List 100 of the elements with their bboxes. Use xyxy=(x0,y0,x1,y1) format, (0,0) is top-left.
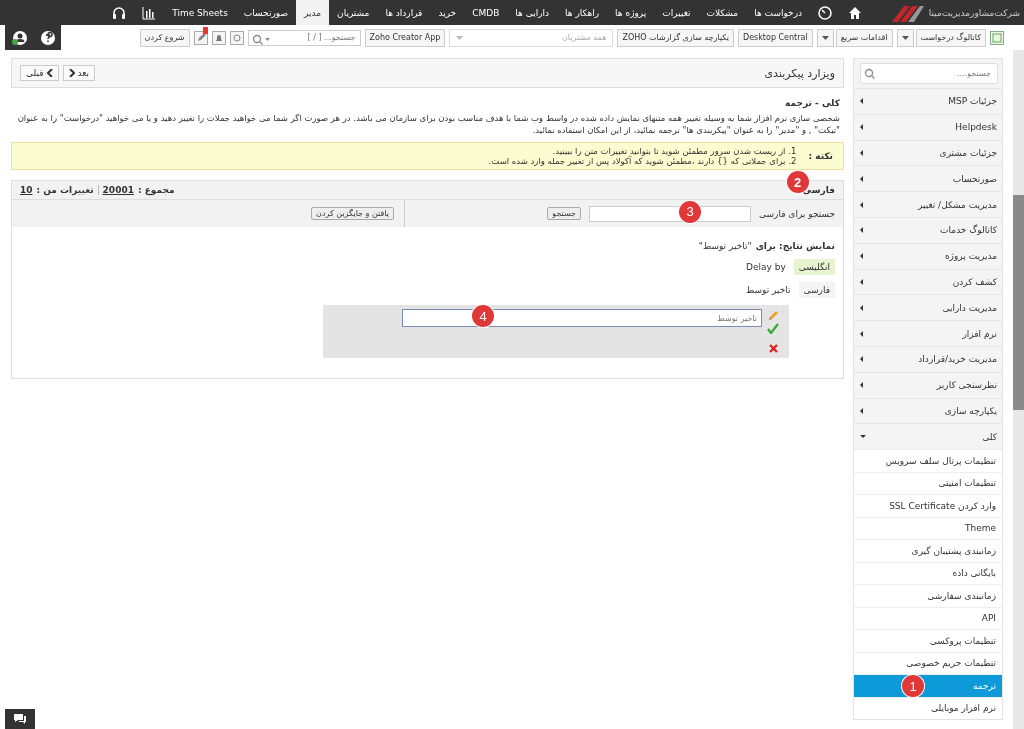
catalog-icon[interactable] xyxy=(990,30,1004,45)
nav-tab[interactable]: مدیر xyxy=(296,0,330,25)
sidebar-subitem[interactable]: Theme xyxy=(854,516,1002,540)
sidebar-item[interactable]: نظرسنجی کاربر xyxy=(854,371,1002,398)
toolbar-button[interactable]: کاتالوگ درخواست xyxy=(915,28,986,47)
sidebar-subitem[interactable]: زمانبندی سفارشی xyxy=(854,584,1002,607)
step-marker: 1 xyxy=(902,675,924,698)
caret-left-icon xyxy=(860,330,863,337)
previous-button[interactable]: قبلی xyxy=(20,65,59,81)
sidebar-item[interactable]: کشف کردن xyxy=(854,268,1002,295)
caret-left-icon xyxy=(860,175,863,182)
caret-icon xyxy=(901,35,909,40)
toolbar-button[interactable]: اقدامات سریع xyxy=(835,28,893,47)
sidebar-item[interactable]: Helpdesk xyxy=(854,113,1002,140)
language-tag: انگلیسی xyxy=(793,259,835,275)
dropdown-button[interactable] xyxy=(896,28,914,47)
caret-left-icon xyxy=(860,407,863,414)
sidebar-subitem[interactable]: وارد کردن SSL Certificate xyxy=(854,494,1002,517)
sidebar-item[interactable]: مدیریت دارایی xyxy=(854,294,1002,321)
stat-label: مجموع : xyxy=(137,185,175,195)
nav-tab[interactable]: قرارداد ها xyxy=(377,0,431,25)
help-icon[interactable] xyxy=(39,29,56,46)
pencil-icon[interactable] xyxy=(193,26,208,45)
nav-tab[interactable]: دارایی ها xyxy=(507,0,558,25)
nav-tab[interactable]: CMDB xyxy=(464,0,508,25)
caret-left-icon xyxy=(860,278,863,285)
search-field[interactable]: جستجو... [ / ] xyxy=(247,29,361,46)
note-label: نکته : xyxy=(808,151,833,161)
sidebar-subitem[interactable]: بایگانی داده xyxy=(854,561,1002,585)
toolbar-button[interactable]: Desktop Central xyxy=(738,28,813,47)
description-text: شخصی سازی نرم افزار شما به وسیله تغییر همه متنهای نمایش داده شده در واسط وب شما با هدف مناسب بودن برای سازمان می باشد. در هر صورت اگر شما می خواهید جملات را تغییر دهید و یا می خواهید "درخواست" را به عنوان "تیکت" , و "مدیر" را به عنوان "پیکربندی ها" ترجمه نمائید، از این امکان استفاده نمائید. xyxy=(16,112,841,136)
search-button[interactable]: جستجو xyxy=(547,207,582,220)
total-link[interactable]: 20001 xyxy=(102,185,134,195)
nav-tab[interactable]: مشکلات xyxy=(698,0,747,25)
caret-left-icon xyxy=(860,304,863,311)
language-tag: فارسی xyxy=(798,282,835,298)
search-icon xyxy=(251,33,270,45)
sidebar-item[interactable]: یکپارچه سازی xyxy=(854,397,1002,424)
changes-link[interactable]: 10 xyxy=(20,185,33,195)
nav-tab[interactable]: Time Sheets xyxy=(164,0,236,25)
sidebar-item[interactable]: مدیریت خرید/قرارداد xyxy=(854,345,1002,372)
stat-label: تغییرات من : xyxy=(36,185,94,195)
sidebar-item[interactable]: جزئیات MSP xyxy=(854,88,1002,114)
list-number: 2. xyxy=(788,156,797,166)
nav-tab[interactable]: درخواست ها xyxy=(746,0,810,25)
note-text: از ریست شدن سرور مطمئن شوید تا بتوانید تغییرات متن را ببینید. xyxy=(552,146,786,156)
sidebar-item[interactable]: کاتالوگ خدمات xyxy=(854,217,1002,243)
search-input[interactable] xyxy=(589,205,752,222)
chat-button[interactable] xyxy=(5,709,35,729)
nav-tab[interactable]: صورتحساب xyxy=(235,0,297,25)
start-button[interactable]: شروع کردن xyxy=(139,28,190,47)
caret-left-icon xyxy=(860,253,863,260)
close-icon[interactable] xyxy=(768,344,778,353)
translation-text: Delay by xyxy=(746,262,786,272)
headset-icon[interactable] xyxy=(112,5,127,20)
sidebar-item[interactable]: جزئیات مشتری xyxy=(854,139,1002,166)
gauge-icon[interactable] xyxy=(818,5,832,20)
sidebar-item[interactable]: صورتحساب xyxy=(854,165,1002,192)
results-query: "تاخیر توسط" xyxy=(698,241,752,251)
caret-left-icon xyxy=(860,201,863,208)
sidebar-item[interactable]: نرم افزار xyxy=(854,320,1002,346)
pencil-icon xyxy=(767,309,779,321)
user-icon[interactable] xyxy=(10,29,29,46)
caret-left-icon xyxy=(860,98,863,105)
check-icon[interactable] xyxy=(767,323,779,334)
search-icon xyxy=(864,68,875,79)
scrollbar-thumb[interactable] xyxy=(1013,195,1024,410)
translation-text: تاخیر توسط xyxy=(745,285,791,295)
toolbar-button[interactable]: Zoho Creator App xyxy=(364,28,446,47)
caret-left-icon xyxy=(860,227,863,234)
sidebar-subitem[interactable]: تنظیمات پروکسی xyxy=(854,629,1002,652)
caret-icon xyxy=(821,35,829,40)
list-number: 1. xyxy=(788,146,797,156)
sidebar-subitem[interactable]: تنظیمات امنیتی xyxy=(854,471,1002,495)
sidebar-subitem[interactable]: تنظیمات پرتال سلف سرویس xyxy=(854,449,1002,472)
page-title: ویزارد پیکربندی xyxy=(764,66,835,80)
sidebar-subitem[interactable]: نرم افزار موبایلی xyxy=(854,696,1002,720)
home-icon[interactable] xyxy=(848,5,862,20)
nav-tab[interactable]: مشتریان xyxy=(329,0,378,25)
chevron-right-icon xyxy=(68,69,75,77)
note-text: برای جملاتی که {} دارند ،مطمئن شوید که آکولاد پس از تغییر جمله وارد شده است. xyxy=(488,156,786,166)
dropdown-button[interactable] xyxy=(816,28,834,47)
sidebar-item[interactable]: مدیریت مشکل/ تغییر xyxy=(854,191,1002,217)
bell-icon[interactable] xyxy=(211,30,226,45)
sidebar-subitem[interactable]: API xyxy=(854,606,1002,630)
step-marker: 3 xyxy=(679,200,702,223)
logo-text: شرکت‌مشاورمدیریت‌مینا xyxy=(928,7,1020,18)
bar-chart-icon[interactable] xyxy=(142,5,157,20)
caret-left-icon xyxy=(860,382,863,389)
toolbar-button[interactable]: یکپارچه سازی گزارشات ZOHO xyxy=(617,28,734,47)
nav-tab[interactable]: پروژه ها xyxy=(607,0,655,25)
sidebar-subitem[interactable]: تنظیمات حریم خصوصی xyxy=(854,651,1002,675)
sidebar-item[interactable]: مدیریت پروژه xyxy=(854,242,1002,269)
nav-tab[interactable]: خرید xyxy=(430,0,465,25)
find-replace-button[interactable]: یافتن و جایگزین کردن xyxy=(311,207,394,220)
sidebar-subitem[interactable]: زمانبندی پشتیبان گیری xyxy=(854,539,1002,562)
search-field[interactable]: جستجو.... xyxy=(860,63,998,84)
nav-tab[interactable]: تغییرات xyxy=(654,0,699,25)
next-button[interactable]: بعد xyxy=(62,65,96,81)
nav-tab[interactable]: راهکار ها xyxy=(557,0,608,25)
